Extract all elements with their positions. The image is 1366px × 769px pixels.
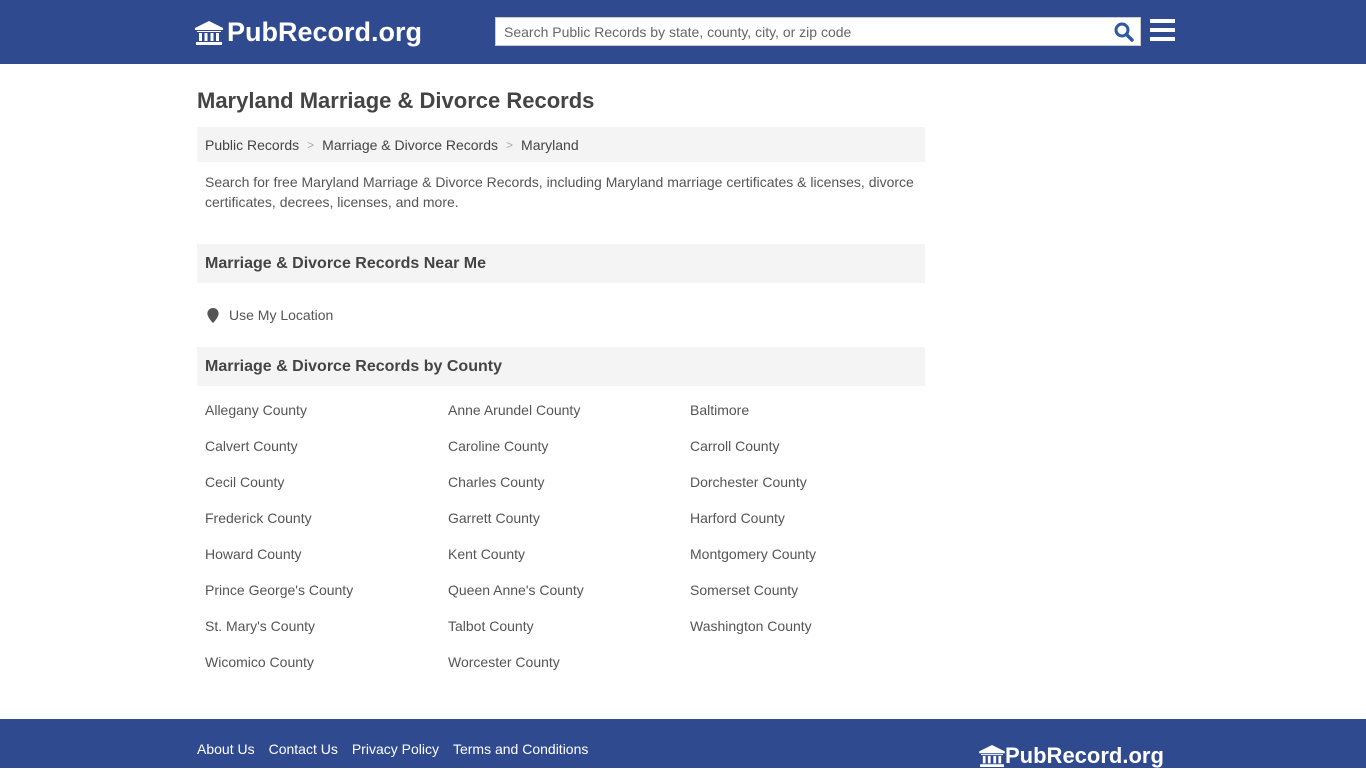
menu-icon[interactable] [1150,19,1175,41]
county-item: Montgomery County [690,546,933,582]
county-link[interactable]: Cecil County [205,474,284,490]
county-item: Kent County [448,546,690,582]
county-item: Wicomico County [205,654,448,690]
search-bar [495,17,1141,46]
county-link[interactable]: Worcester County [448,654,560,670]
county-item: Queen Anne's County [448,582,690,618]
county-link[interactable]: Charles County [448,474,545,490]
county-item: Carroll County [690,438,933,474]
page-description: Search for free Maryland Marriage & Divo… [205,174,914,210]
search-button[interactable] [1108,18,1140,45]
county-link[interactable]: Carroll County [690,438,779,454]
page-title: Maryland Marriage & Divorce Records [197,88,595,113]
county-item: Anne Arundel County [448,402,690,438]
county-link[interactable]: Wicomico County [205,654,314,670]
county-item: Garrett County [448,510,690,546]
footer-about-us[interactable]: About Us [197,741,255,757]
county-item: Talbot County [448,618,690,654]
county-link[interactable]: Queen Anne's County [448,582,584,598]
county-item: Somerset County [690,582,933,618]
county-link[interactable]: Somerset County [690,582,798,598]
footer-terms[interactable]: Terms and Conditions [453,741,588,757]
county-link[interactable]: Prince George's County [205,582,353,598]
county-link[interactable]: Talbot County [448,618,534,634]
breadcrumb-maryland[interactable]: Maryland [521,137,579,153]
county-link[interactable]: Anne Arundel County [448,402,580,418]
county-link[interactable]: Frederick County [205,510,312,526]
bank-icon [195,20,223,45]
county-item: St. Mary's County [205,618,448,654]
county-item: Howard County [205,546,448,582]
breadcrumb: Public Records > Marriage & Divorce Recor… [197,127,925,162]
county-list: Allegany County Anne Arundel County Baltim… [197,386,925,690]
footer-logo[interactable]: PubRecord.org [979,743,1164,769]
logo-text: PubRecord.org [227,17,423,47]
county-link[interactable]: Allegany County [205,402,307,418]
county-link[interactable]: Kent County [448,546,525,562]
county-item: Allegany County [205,402,448,438]
county-link[interactable]: Dorchester County [690,474,807,490]
bank-icon [979,745,1005,767]
county-item: Dorchester County [690,474,933,510]
use-location-link[interactable]: Use My Location [197,283,925,347]
county-item: Worcester County [448,654,690,690]
county-item: Charles County [448,474,690,510]
county-item: Calvert County [205,438,448,474]
county-link[interactable]: Baltimore [690,402,749,418]
by-county-heading: Marriage & Divorce Records by County [197,347,925,386]
header: PubRecord.org [0,0,1366,64]
county-item: Harford County [690,510,933,546]
county-item: Prince George's County [205,582,448,618]
county-item: Caroline County [448,438,690,474]
county-link[interactable]: Calvert County [205,438,298,454]
logo-link[interactable]: PubRecord.org [195,17,422,48]
county-link[interactable]: Montgomery County [690,546,816,562]
breadcrumb-public-records[interactable]: Public Records [205,137,299,153]
county-item: Baltimore [690,402,933,438]
county-link[interactable]: Harford County [690,510,785,526]
footer-privacy-policy[interactable]: Privacy Policy [352,741,439,757]
county-link[interactable]: St. Mary's County [205,618,315,634]
footer-contact-us[interactable]: Contact Us [269,741,338,757]
county-link[interactable]: Garrett County [448,510,540,526]
near-me-heading: Marriage & Divorce Records Near Me [197,244,925,283]
county-item: Frederick County [205,510,448,546]
search-input[interactable] [496,23,1108,40]
county-link[interactable]: Caroline County [448,438,548,454]
county-item: Washington County [690,618,933,654]
footer: About Us Contact Us Privacy Policy Terms… [0,719,1366,768]
county-link[interactable]: Howard County [205,546,302,562]
main-content: Maryland Marriage & Divorce Records Publ… [197,88,925,690]
search-icon [1114,22,1134,42]
map-marker-icon [207,307,219,323]
county-link[interactable]: Washington County [690,618,812,634]
breadcrumb-marriage-divorce[interactable]: Marriage & Divorce Records [322,137,498,153]
county-item: Cecil County [205,474,448,510]
